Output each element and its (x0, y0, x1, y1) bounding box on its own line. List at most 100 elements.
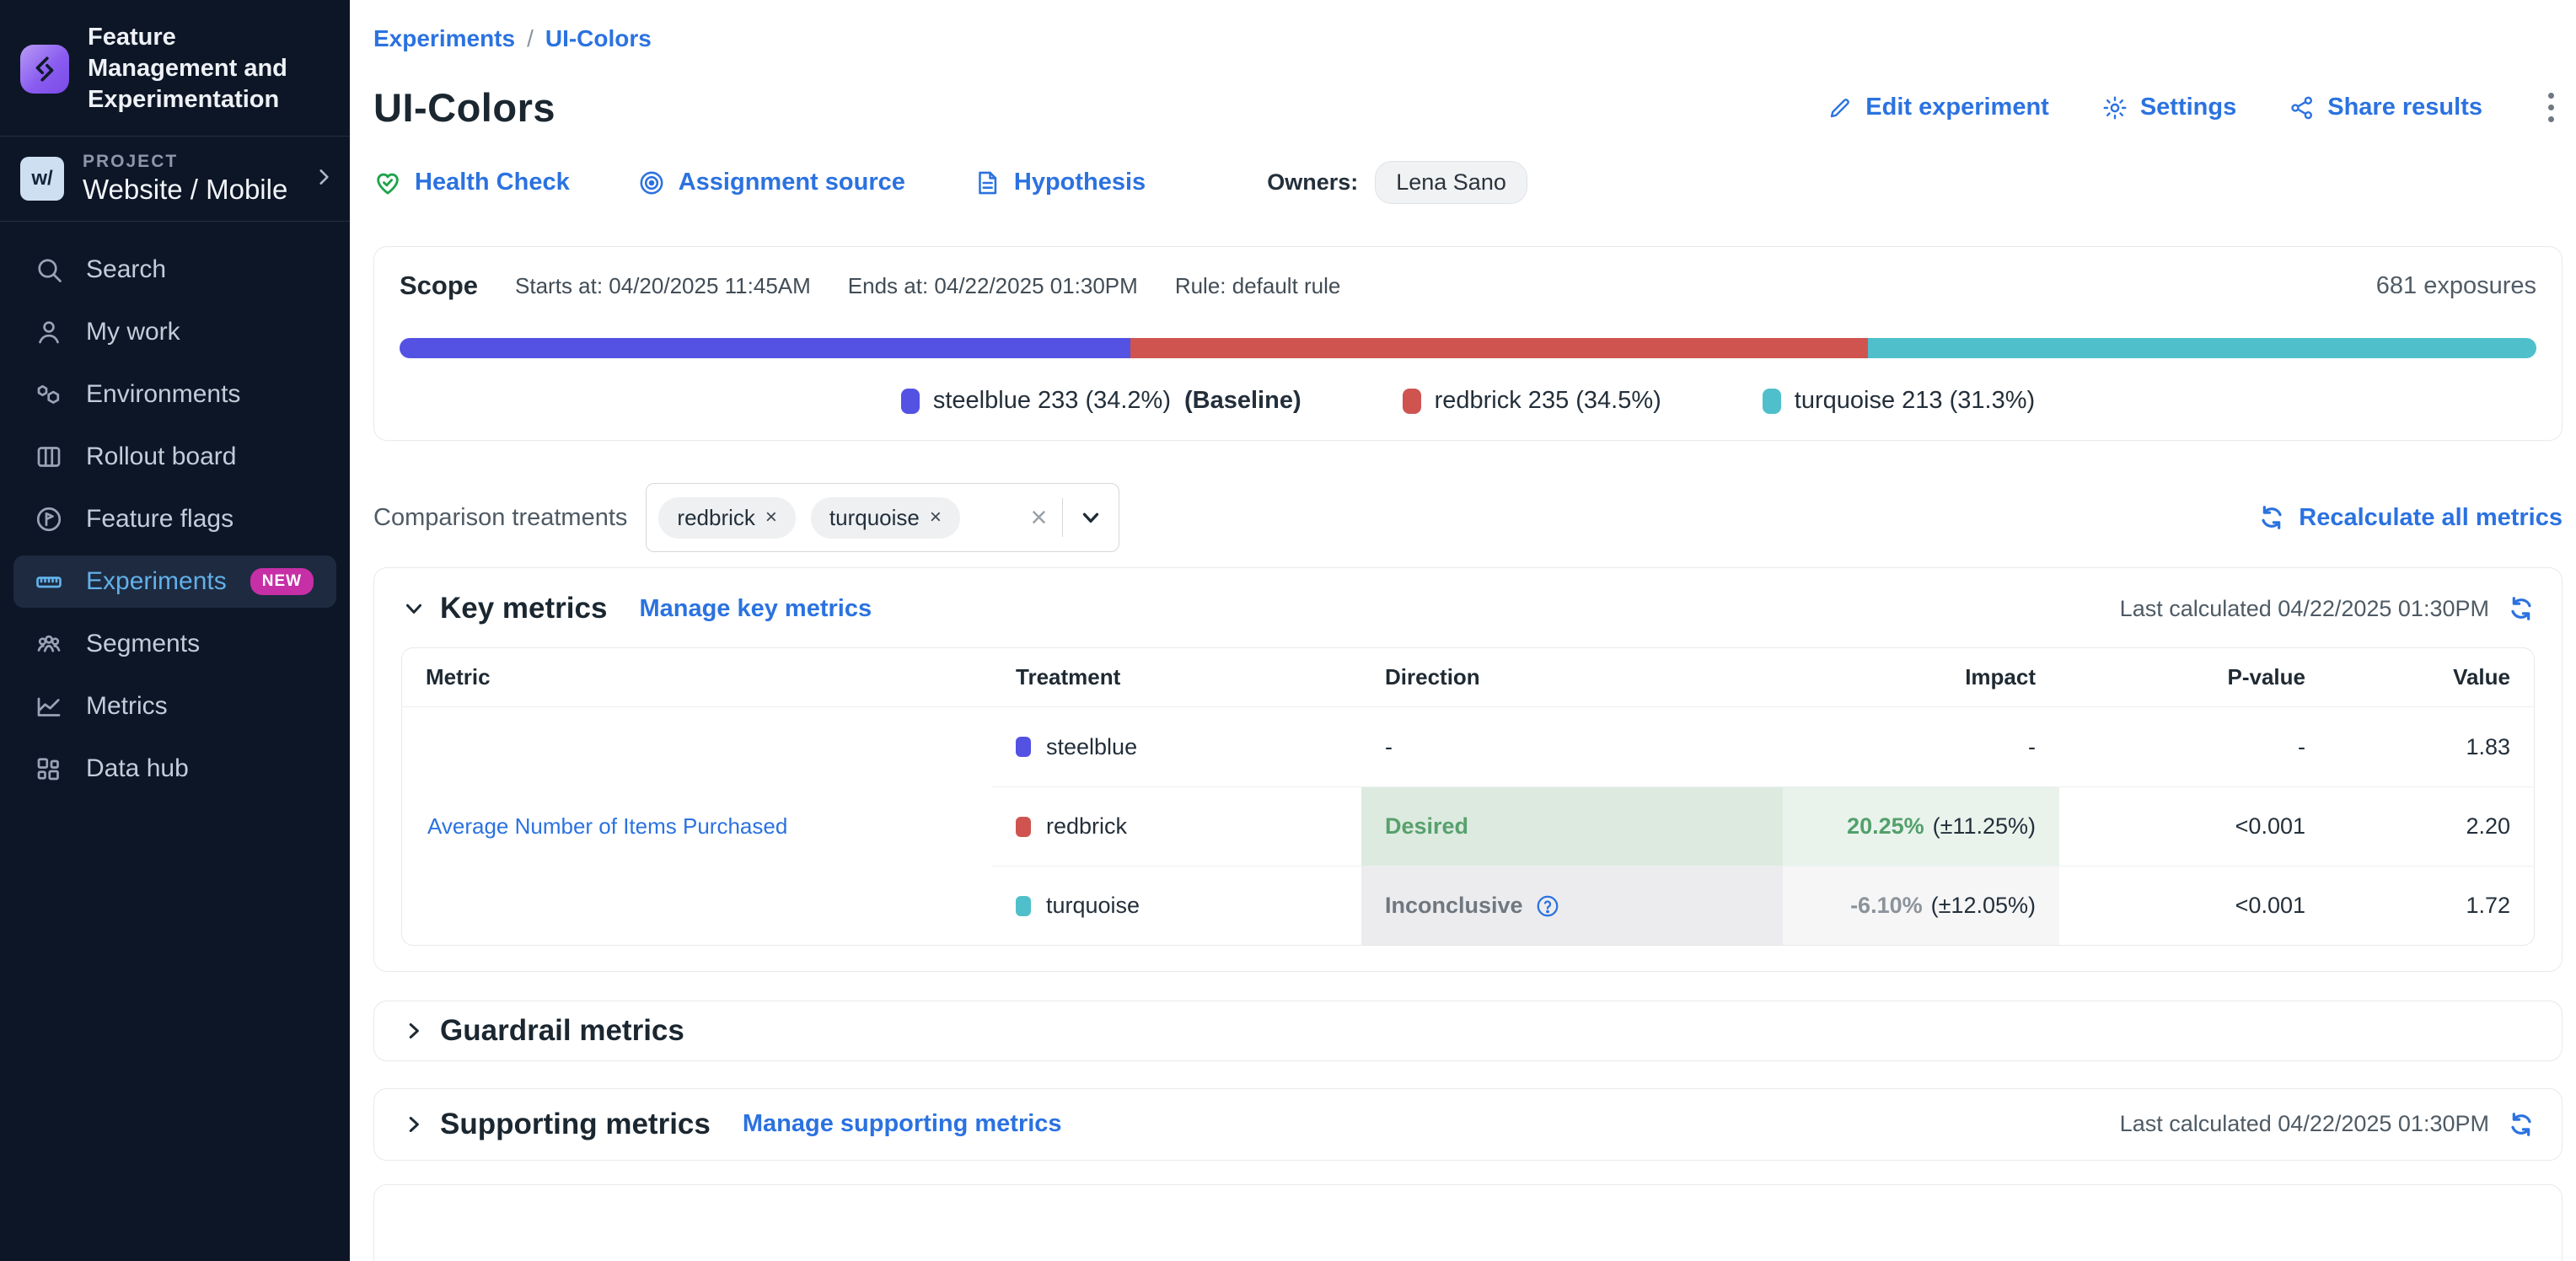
project-switcher[interactable]: w/ PROJECT Website / Mobile (0, 137, 350, 222)
manage-key-metrics-link[interactable]: Manage key metrics (639, 595, 872, 623)
sidebar-item-feature-flags[interactable]: Feature flags (13, 493, 336, 545)
comparison-treatments-select[interactable]: redbrick × turquoise × × (646, 483, 1119, 552)
sidebar-item-label: Data hub (86, 754, 189, 783)
search-icon (34, 255, 64, 285)
treatment-cell-steelblue: steelblue (992, 707, 1361, 786)
manage-supporting-metrics-link[interactable]: Manage supporting metrics (743, 1110, 1062, 1138)
chip-turquoise[interactable]: turquoise × (811, 497, 960, 539)
scope-starts: Starts at: 04/20/2025 11:45AM (515, 273, 811, 299)
sidebar-item-rollout-board[interactable]: Rollout board (13, 431, 336, 483)
header-actions: Edit experiment Settings Share results (1827, 89, 2563, 126)
direction-cell-inconclusive: Inconclusive (1361, 866, 1783, 945)
share-results-button[interactable]: Share results (2289, 94, 2482, 121)
distribution-segment-turquoise (1868, 338, 2536, 358)
sidebar-nav: Search My work Environments Rollout boar… (0, 222, 350, 805)
target-icon (637, 169, 666, 197)
user-icon (34, 317, 64, 347)
health-check-label: Health Check (415, 169, 570, 196)
guardrail-metrics-title: Guardrail metrics (440, 1014, 684, 1048)
help-question-icon[interactable] (1535, 893, 1560, 919)
direction-cell: - (1361, 707, 1783, 786)
confidence-interval: (±12.05%) (1931, 893, 2036, 919)
col-header-value: Value (2329, 648, 2534, 707)
owner-pill[interactable]: Lena Sano (1375, 161, 1527, 204)
share-icon (2289, 94, 2316, 121)
assignment-source-link[interactable]: Assignment source (637, 169, 905, 197)
share-results-label: Share results (2327, 94, 2482, 121)
page-title: UI-Colors (373, 84, 555, 131)
chip-label: redbrick (677, 505, 754, 531)
experiments-icon (34, 566, 64, 597)
project-badge: w/ (20, 157, 64, 201)
legend-label: redbrick 235 (34.5%) (1435, 387, 1661, 415)
scope-rule: Rule: default rule (1175, 273, 1341, 299)
value-cell: 2.20 (2329, 786, 2534, 866)
sidebar-item-metrics[interactable]: Metrics (13, 680, 336, 732)
metrics-icon (34, 691, 64, 722)
experiment-links: Health Check Assignment source Hypothesi… (373, 161, 2563, 204)
hypothesis-link[interactable]: Hypothesis (973, 169, 1146, 197)
breadcrumb-experiments[interactable]: Experiments (373, 25, 515, 52)
sidebar-item-environments[interactable]: Environments (13, 368, 336, 421)
more-options-button[interactable] (2540, 89, 2563, 126)
breadcrumb-current[interactable]: UI-Colors (545, 25, 652, 52)
clear-selection-icon[interactable]: × (1031, 503, 1048, 532)
document-icon (973, 169, 1001, 197)
sidebar: Feature Management and Experimentation w… (0, 0, 350, 1261)
hypothesis-label: Hypothesis (1014, 169, 1146, 196)
rollout-board-icon (34, 442, 64, 472)
gear-icon (2101, 94, 2128, 121)
chip-remove-icon[interactable]: × (930, 506, 942, 529)
refresh-key-metrics-icon[interactable] (2508, 595, 2535, 622)
collapse-key-metrics-icon[interactable] (401, 596, 427, 621)
data-hub-icon (34, 754, 64, 784)
chip-redbrick[interactable]: redbrick × (658, 497, 796, 539)
treatment-label: steelblue (1046, 734, 1137, 760)
recalculate-label: Recalculate all metrics (2299, 504, 2563, 532)
redbrick-swatch (1403, 389, 1421, 414)
sidebar-item-my-work[interactable]: My work (13, 306, 336, 358)
metric-cell: Average Number of Items Purchased (402, 707, 992, 945)
impact-cell-desired: 20.25% (±11.25%) (1783, 786, 2059, 866)
owners-label: Owners: (1267, 169, 1358, 196)
chevron-down-icon[interactable] (1078, 505, 1103, 530)
sidebar-item-label: Experiments (86, 567, 227, 596)
supporting-metrics-section: Supporting metrics Manage supporting met… (373, 1088, 2563, 1161)
expand-supporting-metrics-icon[interactable] (401, 1112, 427, 1137)
refresh-supporting-metrics-icon[interactable] (2508, 1111, 2535, 1138)
new-badge: NEW (250, 568, 314, 595)
sidebar-item-data-hub[interactable]: Data hub (13, 743, 336, 795)
expand-guardrail-metrics-icon[interactable] (401, 1018, 427, 1044)
treatment-cell-redbrick: redbrick (992, 786, 1361, 866)
health-check-icon (373, 169, 402, 197)
health-check-link[interactable]: Health Check (373, 169, 570, 197)
key-metrics-last-calculated: Last calculated 04/22/2025 01:30PM (2120, 596, 2489, 622)
chevron-right-icon (313, 166, 335, 192)
edit-experiment-button[interactable]: Edit experiment (1827, 94, 2049, 121)
sidebar-item-experiments[interactable]: Experiments NEW (13, 555, 336, 608)
sidebar-item-label: Metrics (86, 692, 168, 721)
sidebar-item-label: Search (86, 255, 166, 284)
brand-title: Feature Management and Experimentation (88, 22, 330, 115)
project-label: PROJECT (83, 152, 287, 172)
brand: Feature Management and Experimentation (0, 0, 350, 137)
turquoise-swatch (1763, 389, 1781, 414)
chip-remove-icon[interactable]: × (765, 506, 777, 529)
col-header-impact: Impact (1783, 648, 2059, 707)
legend-label: turquoise 213 (31.3%) (1795, 387, 2035, 415)
sidebar-item-search[interactable]: Search (13, 244, 336, 296)
next-section-card-partial (373, 1184, 2563, 1261)
key-metrics-title: Key metrics (440, 592, 607, 625)
settings-button[interactable]: Settings (2101, 94, 2236, 121)
edit-experiment-label: Edit experiment (1865, 94, 2049, 121)
steelblue-swatch (1016, 737, 1031, 757)
treatment-distribution-bar (400, 338, 2536, 358)
guardrail-metrics-section: Guardrail metrics (373, 1001, 2563, 1061)
pencil-icon (1827, 94, 1854, 121)
impact-cell-inconclusive: -6.10% (±12.05%) (1783, 866, 2059, 945)
metric-link[interactable]: Average Number of Items Purchased (427, 813, 787, 840)
sidebar-item-segments[interactable]: Segments (13, 618, 336, 670)
assignment-source-label: Assignment source (679, 169, 905, 196)
feature-flags-icon (34, 504, 64, 534)
recalculate-all-metrics-button[interactable]: Recalculate all metrics (2258, 504, 2563, 532)
